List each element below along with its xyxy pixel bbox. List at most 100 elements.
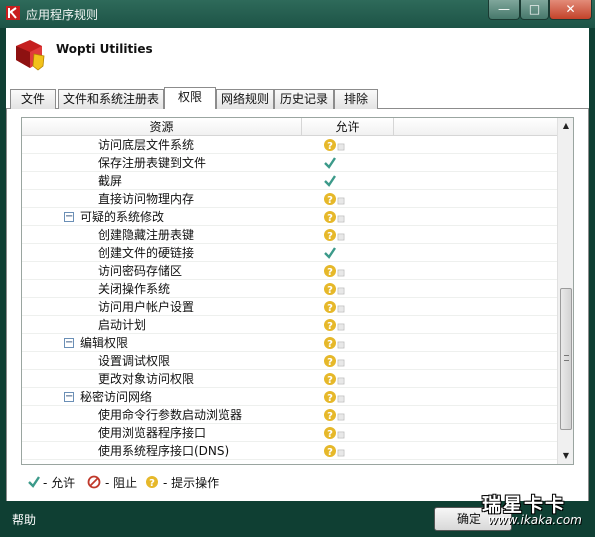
tab-bar: 文件 文件和系统注册表 权限 网络规则 历史记录 排除 (6, 87, 589, 110)
prompt-question-icon[interactable]: ? (323, 390, 353, 404)
scrollbar-thumb[interactable] (560, 288, 572, 430)
prompt-question-icon[interactable]: ? (323, 138, 353, 152)
grid-row[interactable]: 使用命令行参数启动浏览器? (22, 406, 558, 424)
svg-text:?: ? (327, 357, 333, 368)
grid-row[interactable]: 设置调试权限? (22, 352, 558, 370)
grid-group-row[interactable]: − 可疑的系统修改? (22, 208, 558, 226)
close-button[interactable]: ✕ (549, 0, 592, 20)
scroll-down-arrow-icon[interactable]: ▼ (558, 448, 573, 464)
grid-row[interactable]: 创建文件的硬链接 (22, 244, 558, 262)
minimize-button[interactable]: — (488, 0, 520, 20)
collapse-toggle-icon[interactable]: − (64, 212, 74, 222)
watermark-url: www.ikaka.com (488, 513, 582, 527)
grid-row[interactable]: 更改对象访问权限? (22, 370, 558, 388)
prompt-question-icon[interactable]: ? (323, 192, 353, 206)
collapse-toggle-icon[interactable]: − (64, 392, 74, 402)
tab-files-registry[interactable]: 文件和系统注册表 (58, 89, 164, 109)
prompt-question-icon[interactable]: ? (323, 228, 353, 242)
app-logo-icon (16, 40, 45, 71)
prompt-question-icon[interactable]: ? (323, 444, 353, 458)
tab-exclusions[interactable]: 排除 (334, 89, 378, 109)
svg-text:?: ? (327, 321, 333, 332)
grid-row[interactable]: 访问密码存储区? (22, 262, 558, 280)
grid-group-row[interactable]: − 编辑权限? (22, 334, 558, 352)
allow-check-icon[interactable] (323, 174, 353, 188)
legend-allow-check-icon (28, 476, 40, 488)
legend-prompt-icon: ? (146, 476, 158, 489)
maximize-button[interactable]: □ (520, 0, 549, 20)
grid-row[interactable]: 启动计划? (22, 316, 558, 334)
app-name: Wopti Utilities (56, 42, 153, 56)
row-label: 秘密访问网络 (80, 390, 153, 404)
grid-row[interactable]: 截屏 (22, 172, 558, 190)
svg-text:?: ? (327, 375, 333, 386)
help-link[interactable]: 帮助 (12, 511, 36, 528)
prompt-question-icon[interactable]: ? (323, 300, 353, 314)
tab-permissions[interactable]: 权限 (164, 87, 216, 110)
svg-text:?: ? (327, 141, 333, 152)
row-label: 使用命令行参数启动浏览器 (98, 408, 243, 422)
title-bar: 应用程序规则 — □ ✕ (0, 0, 595, 28)
svg-text:?: ? (327, 231, 333, 242)
grid-rows: 访问底层文件系统? 保存注册表键到文件 截屏 直接访问物理内存? − 可疑的系统修改? 创建… (22, 136, 558, 460)
legend-allow-label: - 允许 (43, 476, 76, 490)
row-label: 访问密码存储区 (98, 264, 183, 278)
prompt-question-icon[interactable]: ? (323, 336, 353, 350)
app-logo-small-icon (6, 6, 20, 20)
grid-row[interactable]: 关闭操作系统? (22, 280, 558, 298)
tab-files[interactable]: 文件 (10, 89, 56, 109)
row-label: 访问底层文件系统 (98, 138, 195, 152)
window-title: 应用程序规则 (26, 8, 99, 22)
svg-text:?: ? (327, 411, 333, 422)
row-label: 保存注册表键到文件 (98, 156, 207, 170)
allow-check-icon[interactable] (323, 156, 353, 170)
prompt-question-icon[interactable]: ? (323, 264, 353, 278)
grid-row[interactable]: 保存注册表键到文件 (22, 154, 558, 172)
svg-text:?: ? (327, 213, 333, 224)
row-label: 更改对象访问权限 (98, 372, 195, 386)
row-label: 截屏 (98, 174, 123, 188)
prompt-question-icon[interactable]: ? (323, 210, 353, 224)
prompt-question-icon[interactable]: ? (323, 318, 353, 332)
column-resource[interactable]: 资源 (22, 118, 302, 136)
legend-block-icon (87, 475, 101, 489)
svg-text:?: ? (327, 195, 333, 206)
column-allow[interactable]: 允许 (302, 118, 394, 136)
scroll-up-arrow-icon[interactable]: ▲ (558, 118, 573, 134)
grid-header: 资源 允许 (22, 118, 558, 136)
row-label: 创建隐藏注册表键 (98, 228, 195, 242)
svg-text:?: ? (327, 267, 333, 278)
app-header: Wopti Utilities (6, 28, 589, 86)
row-label: 直接访问物理内存 (98, 192, 195, 206)
row-label: 创建文件的硬链接 (98, 246, 195, 260)
row-label: 关闭操作系统 (98, 282, 171, 296)
grid-row[interactable]: 使用系统程序接口(DNS)? (22, 442, 558, 460)
row-label: 可疑的系统修改 (80, 210, 165, 224)
grid-row[interactable]: 使用浏览器程序接口? (22, 424, 558, 442)
watermark: 瑞星卡卡 www.ikaka.com (478, 490, 595, 537)
svg-text:?: ? (149, 478, 155, 489)
prompt-question-icon[interactable]: ? (323, 282, 353, 296)
row-label: 编辑权限 (80, 336, 129, 350)
row-label: 启动计划 (98, 318, 147, 332)
grid-row[interactable]: 访问用户帐户设置? (22, 298, 558, 316)
svg-text:?: ? (327, 339, 333, 350)
collapse-toggle-icon[interactable]: − (64, 338, 74, 348)
svg-text:?: ? (327, 303, 333, 314)
grid-row[interactable]: 直接访问物理内存? (22, 190, 558, 208)
permissions-pane: 资源 允许 访问底层文件系统? 保存注册表键到文件 截屏 直接访问物理内存? − 可疑的系… (6, 109, 589, 501)
allow-check-icon[interactable] (323, 246, 353, 260)
tab-history[interactable]: 历史记录 (274, 89, 334, 109)
grid-group-row[interactable]: − 秘密访问网络? (22, 388, 558, 406)
svg-text:?: ? (327, 285, 333, 296)
prompt-question-icon[interactable]: ? (323, 372, 353, 386)
row-label: 访问用户帐户设置 (98, 300, 195, 314)
vertical-scrollbar[interactable]: ▲ ▼ (557, 118, 573, 464)
grid-row[interactable]: 访问底层文件系统? (22, 136, 558, 154)
prompt-question-icon[interactable]: ? (323, 426, 353, 440)
grid-row[interactable]: 创建隐藏注册表键? (22, 226, 558, 244)
prompt-question-icon[interactable]: ? (323, 408, 353, 422)
tab-network-rules[interactable]: 网络规则 (216, 89, 274, 109)
svg-text:?: ? (327, 393, 333, 404)
prompt-question-icon[interactable]: ? (323, 354, 353, 368)
